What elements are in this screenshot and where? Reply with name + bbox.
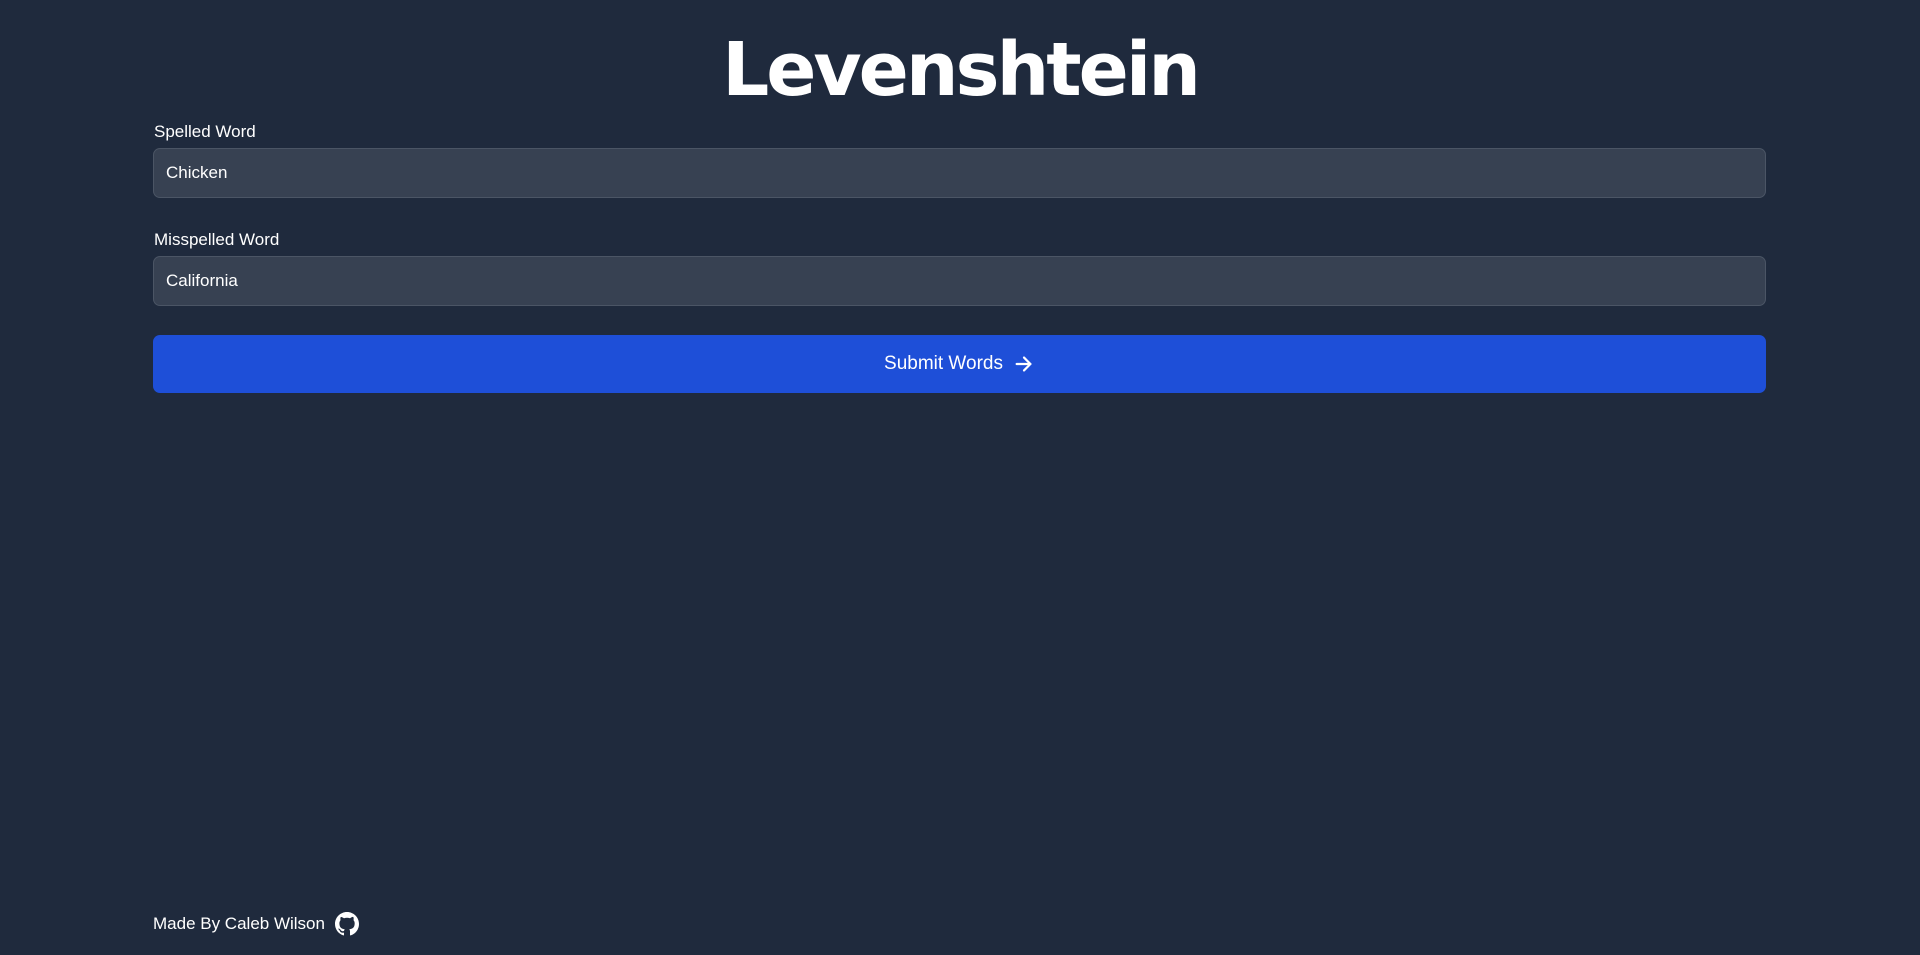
page-title: Levenshtein bbox=[722, 27, 1201, 113]
spelled-word-group: Spelled Word bbox=[153, 122, 1766, 198]
spelled-word-input[interactable] bbox=[153, 148, 1766, 198]
submit-words-label: Submit Words bbox=[884, 353, 1003, 374]
misspelled-word-group: Misspelled Word bbox=[153, 230, 1766, 306]
page: Levenshtein Spelled Word Misspelled Word… bbox=[0, 0, 1920, 955]
arrow-right-icon bbox=[1013, 353, 1035, 375]
spelled-word-label: Spelled Word bbox=[154, 122, 256, 141]
submit-words-button[interactable]: Submit Words bbox=[153, 335, 1766, 393]
github-icon[interactable] bbox=[334, 912, 359, 936]
footer-credit: Made By Caleb Wilson bbox=[153, 914, 325, 933]
misspelled-word-input[interactable] bbox=[153, 256, 1766, 306]
misspelled-word-label: Misspelled Word bbox=[154, 230, 280, 249]
footer: Made By Caleb Wilson bbox=[153, 912, 359, 936]
